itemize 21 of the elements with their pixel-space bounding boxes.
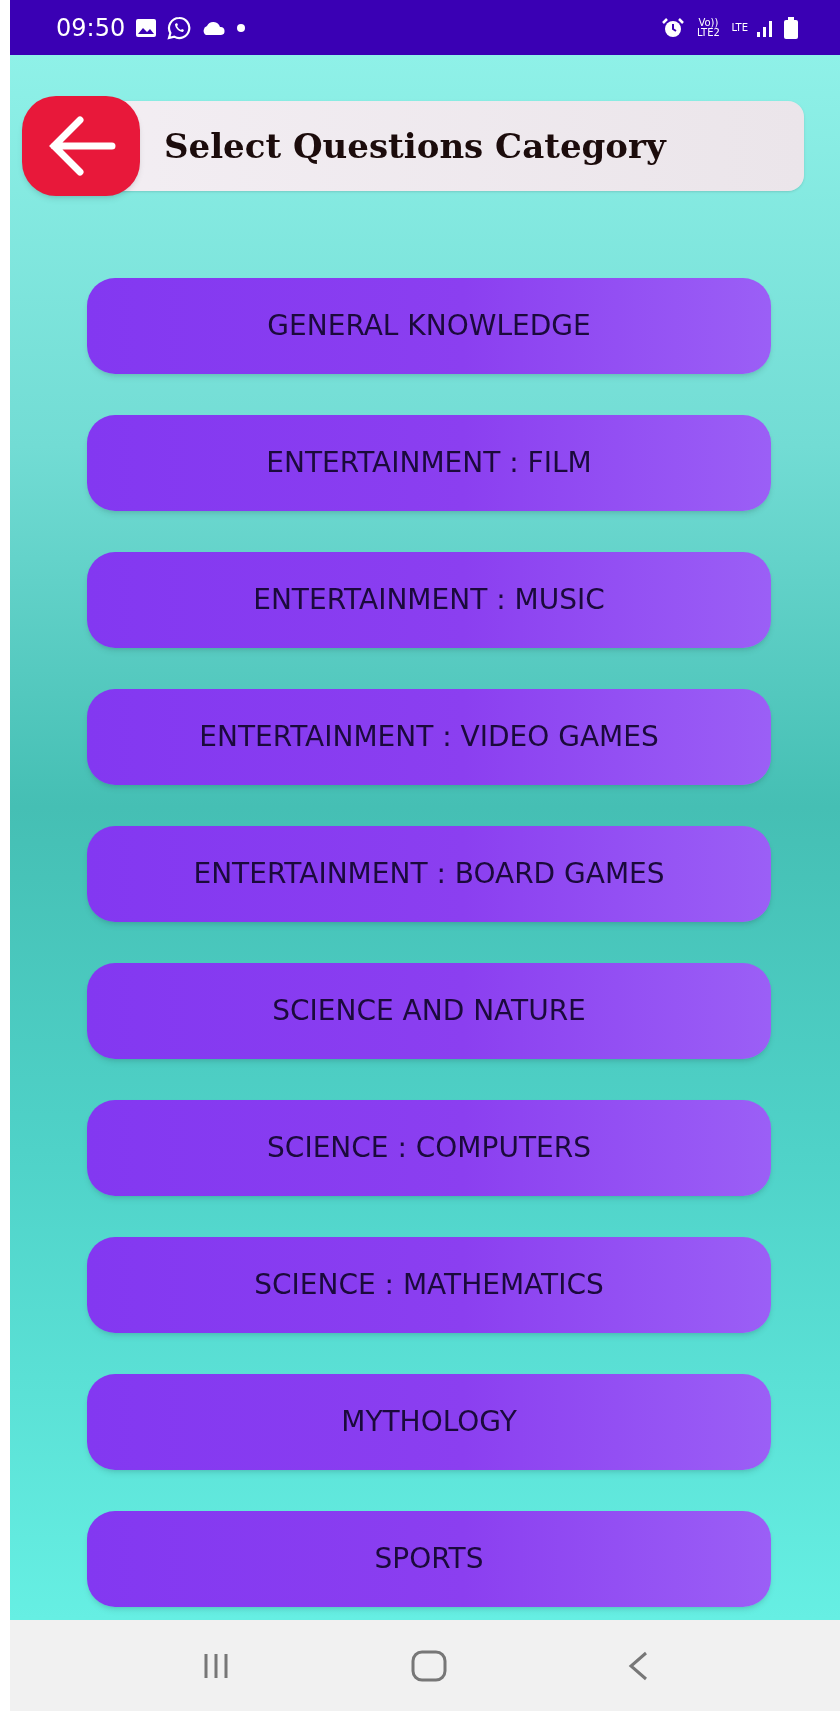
category-button[interactable]: SCIENCE : MATHEMATICS xyxy=(87,1237,771,1333)
category-button[interactable]: SCIENCE : COMPUTERS xyxy=(87,1100,771,1196)
category-button[interactable]: ENTERTAINMENT : VIDEO GAMES xyxy=(87,689,771,785)
back-button[interactable] xyxy=(22,96,140,196)
category-button[interactable]: SPORTS xyxy=(87,1511,771,1607)
category-button[interactable]: MYTHOLOGY xyxy=(87,1374,771,1470)
image-icon xyxy=(135,17,158,38)
category-button[interactable]: SCIENCE AND NATURE xyxy=(87,963,771,1059)
category-button[interactable]: ENTERTAINMENT : FILM xyxy=(87,415,771,511)
battery-icon xyxy=(784,16,798,39)
data-label: LTE xyxy=(731,21,748,35)
category-button[interactable]: ENTERTAINMENT : BOARD GAMES xyxy=(87,826,771,922)
chat-icon xyxy=(167,15,192,40)
category-button[interactable]: ENTERTAINMENT : MUSIC xyxy=(87,552,771,648)
alarm-icon xyxy=(661,16,686,39)
network-label: Vo)) LTE2 xyxy=(695,17,721,38)
dot-icon xyxy=(237,23,246,32)
home-icon[interactable] xyxy=(411,1649,447,1682)
category-button[interactable]: GENERAL KNOWLEDGE xyxy=(87,278,771,374)
page-title: Select Questions Category xyxy=(164,124,666,168)
clock-time: 09:50 xyxy=(56,12,126,44)
